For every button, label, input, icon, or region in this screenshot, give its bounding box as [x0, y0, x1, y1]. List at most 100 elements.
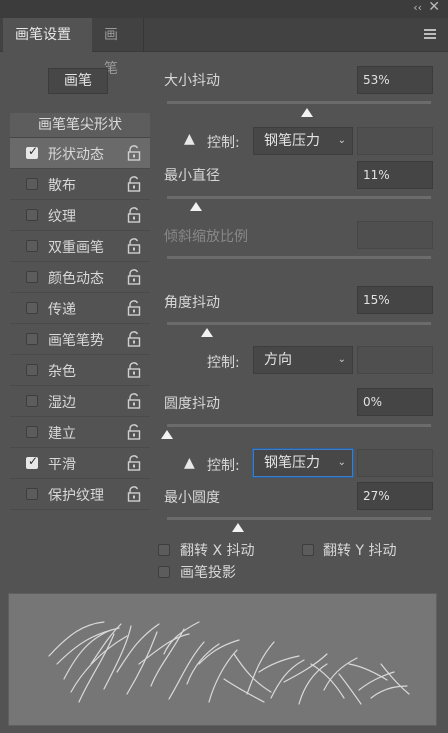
- brush-option-item[interactable]: 建立: [10, 417, 150, 448]
- flip-y-checkbox[interactable]: [302, 544, 314, 556]
- lock-icon[interactable]: [127, 238, 141, 254]
- brush-option-checkbox[interactable]: [26, 271, 38, 283]
- brush-option-label: 画笔笔势: [48, 333, 104, 349]
- lock-icon[interactable]: [127, 207, 141, 223]
- brush-stroke-preview-graphic: [48, 621, 410, 705]
- brush-option-item[interactable]: 平滑: [10, 448, 150, 479]
- size-control-value: 钢笔压力: [264, 133, 320, 149]
- angle-control-dropdown[interactable]: 方向 ⌄: [253, 346, 353, 374]
- tilt-scale-label: 倾斜缩放比例: [164, 229, 248, 245]
- brush-option-item[interactable]: 纹理: [10, 200, 150, 231]
- brush-option-label: 散布: [48, 178, 76, 194]
- angle-control-label: 控制:: [207, 355, 240, 371]
- roundness-jitter-slider[interactable]: [167, 424, 431, 427]
- brush-options-list: 画笔笔尖形状 形状动态散布纹理双重画笔颜色动态传递画笔笔势杂色湿边建立平滑保护纹…: [10, 113, 150, 510]
- min-roundness-input[interactable]: 27%: [357, 482, 433, 510]
- brush-option-checkbox[interactable]: [26, 333, 38, 345]
- flip-x-checkbox[interactable]: [158, 544, 170, 556]
- brush-option-item[interactable]: 散布: [10, 169, 150, 200]
- brush-option-checkbox[interactable]: [26, 144, 38, 159]
- angle-jitter-slider-handle[interactable]: [200, 328, 213, 337]
- angle-jitter-input[interactable]: 15%: [357, 286, 433, 314]
- roundness-control-value: 钢笔压力: [264, 455, 320, 471]
- tab-brush-settings[interactable]: 画笔设置: [3, 18, 92, 52]
- warning-icon: ▲: [184, 455, 195, 471]
- lock-icon[interactable]: [127, 269, 141, 285]
- close-icon[interactable]: ✕: [428, 0, 440, 15]
- size-jitter-input[interactable]: 53%: [357, 66, 433, 94]
- roundness-jitter-label: 圆度抖动: [164, 396, 220, 412]
- angle-control-field: [357, 346, 433, 374]
- roundness-jitter-slider-handle[interactable]: [161, 430, 173, 439]
- chevron-down-icon: ⌄: [337, 354, 346, 365]
- brush-option-checkbox[interactable]: [26, 454, 38, 469]
- tab-bar: 画笔设置 画笔: [0, 18, 448, 77]
- min-roundness-slider[interactable]: [167, 517, 431, 520]
- brush-option-item[interactable]: 画笔笔势: [10, 324, 150, 355]
- min-diameter-label: 最小直径: [164, 168, 220, 184]
- brush-option-label: 杂色: [48, 364, 76, 380]
- brush-option-checkbox[interactable]: [26, 240, 38, 252]
- brush-option-label: 平滑: [48, 457, 76, 473]
- min-diameter-slider-handle[interactable]: [190, 202, 203, 211]
- brush-option-label: 形状动态: [48, 147, 104, 163]
- brush-option-item[interactable]: 杂色: [10, 355, 150, 386]
- lock-icon[interactable]: [127, 176, 141, 192]
- brush-option-item[interactable]: 保护纹理: [10, 479, 150, 510]
- min-roundness-slider-handle[interactable]: [232, 523, 245, 532]
- roundness-jitter-input[interactable]: 0%: [357, 388, 433, 416]
- title-bar: ‹‹ ✕: [0, 0, 448, 18]
- tab-brushes[interactable]: 画笔: [92, 18, 144, 77]
- size-jitter-slider-handle[interactable]: [300, 108, 313, 117]
- chevron-down-icon: ⌄: [337, 457, 346, 468]
- roundness-control-field: [357, 449, 433, 477]
- menu-icon[interactable]: [424, 29, 436, 39]
- brush-option-label: 建立: [48, 426, 76, 442]
- min-diameter-slider[interactable]: [167, 196, 431, 199]
- roundness-control-label: 控制:: [207, 458, 240, 474]
- lock-icon[interactable]: [127, 486, 141, 502]
- roundness-control-dropdown[interactable]: 钢笔压力 ⌄: [253, 449, 353, 477]
- brushes-button[interactable]: 画笔: [48, 68, 108, 94]
- brush-option-label: 保护纹理: [48, 488, 104, 504]
- min-diameter-input[interactable]: 11%: [357, 161, 433, 189]
- brush-option-item[interactable]: 湿边: [10, 386, 150, 417]
- tilt-scale-slider: [167, 256, 431, 259]
- collapse-icon[interactable]: ‹‹: [413, 1, 422, 14]
- size-control-field: [357, 127, 433, 155]
- lock-icon[interactable]: [127, 455, 141, 471]
- brush-option-item[interactable]: 双重画笔: [10, 231, 150, 262]
- lock-icon[interactable]: [127, 424, 141, 440]
- brush-projection-label: 画笔投影: [180, 565, 236, 581]
- brush-option-checkbox[interactable]: [26, 364, 38, 376]
- min-roundness-label: 最小圆度: [164, 490, 220, 506]
- size-control-dropdown[interactable]: 钢笔压力 ⌄: [253, 127, 353, 155]
- brush-stroke-preview: [8, 593, 437, 726]
- lock-icon[interactable]: [127, 331, 141, 347]
- brush-option-checkbox[interactable]: [26, 426, 38, 438]
- lock-icon[interactable]: [127, 393, 141, 409]
- brush-option-label: 纹理: [48, 209, 76, 225]
- brush-option-item[interactable]: 颜色动态: [10, 262, 150, 293]
- brush-option-checkbox[interactable]: [26, 395, 38, 407]
- angle-control-value: 方向: [264, 352, 292, 368]
- brush-option-label: 颜色动态: [48, 271, 104, 287]
- lock-icon[interactable]: [127, 145, 141, 161]
- brush-option-item[interactable]: 传递: [10, 293, 150, 324]
- brush-option-checkbox[interactable]: [26, 488, 38, 500]
- brush-settings-panel: ‹‹ ✕ 画笔设置 画笔 画笔 画笔笔尖形状 形状动态散布纹理双重画笔颜色动态传…: [0, 0, 448, 733]
- brush-option-checkbox[interactable]: [26, 302, 38, 314]
- brush-option-checkbox[interactable]: [26, 209, 38, 221]
- brush-option-item[interactable]: 形状动态: [10, 138, 150, 169]
- brush-option-checkbox[interactable]: [26, 178, 38, 190]
- lock-icon[interactable]: [127, 362, 141, 378]
- brush-projection-checkbox[interactable]: [158, 566, 170, 578]
- lock-icon[interactable]: [127, 300, 141, 316]
- brush-tip-shape-item[interactable]: 画笔笔尖形状: [10, 113, 150, 138]
- chevron-down-icon: ⌄: [337, 135, 346, 146]
- flip-y-label: 翻转 Y 抖动: [323, 543, 397, 559]
- angle-jitter-slider[interactable]: [167, 322, 431, 325]
- size-jitter-slider[interactable]: [167, 101, 431, 104]
- tilt-scale-input: [357, 221, 433, 249]
- angle-jitter-label: 角度抖动: [164, 295, 220, 311]
